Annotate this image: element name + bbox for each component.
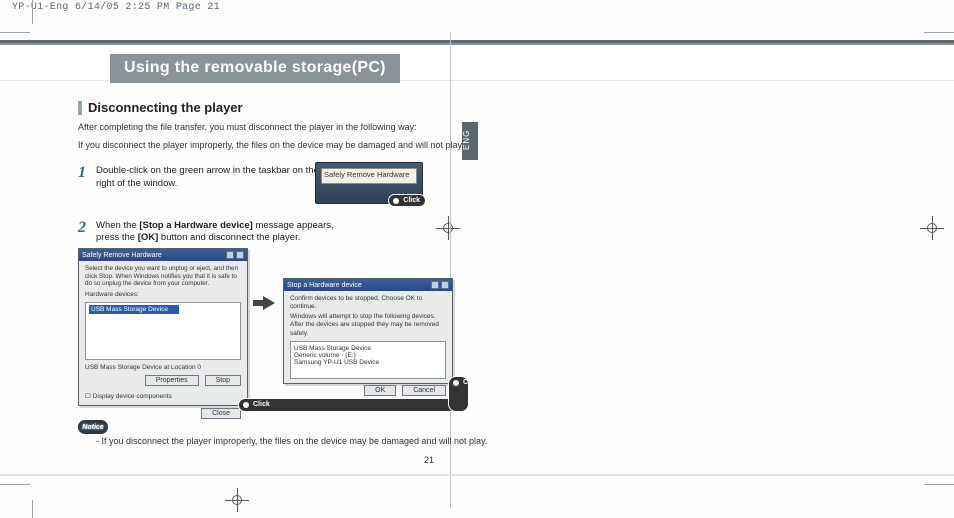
chapter-title: Using the removable storage(PC) — [110, 54, 400, 83]
section-heading: Disconnecting the player — [78, 100, 478, 115]
properties-button: Properties — [145, 375, 199, 386]
close-button: Close — [201, 408, 241, 419]
crop-tick — [0, 484, 30, 485]
notice-badge-icon: Notice — [78, 420, 108, 434]
dialog2-item3: Samsung YP-U1 USB Device — [294, 359, 442, 366]
dialog1-instructions: Select the device you want to unplug or … — [85, 265, 241, 288]
click-callout: Click — [388, 194, 426, 207]
step-number: 1 — [78, 165, 90, 190]
click-callout: Click — [238, 398, 462, 412]
dialog1-titlebar: Safely Remove Hardware — [79, 249, 247, 261]
step2-post: button and disconnect the player. — [158, 232, 300, 243]
crop-tick — [0, 32, 30, 33]
dialog1-hw-label: Hardware devices: — [85, 291, 241, 298]
section-title: Disconnecting the player — [88, 100, 243, 115]
step2-bold1: [Stop a Hardware device] — [139, 220, 253, 231]
dialog1-checkbox: ☐ Display device components — [85, 392, 241, 400]
close-icon — [236, 251, 244, 259]
dialog2-item1: USB Mass Storage Device — [294, 345, 442, 352]
step-number: 2 — [78, 220, 90, 245]
crop-tick — [32, 500, 33, 518]
notice-text: - If you disconnect the player improperl… — [96, 436, 487, 446]
registration-mark — [225, 488, 249, 512]
print-slug: YP-U1-Eng 6/14/05 2:25 PM Page 21 — [12, 2, 220, 13]
dialog1-selected-device: USB Mass Storage Device — [89, 305, 179, 314]
ok-button: OK — [364, 385, 396, 396]
dialog2-msg2: Windows will attempt to stop the followi… — [290, 313, 446, 337]
heading-bar-icon — [78, 101, 82, 115]
step-2: 2 When the [Stop a Hardware device] mess… — [78, 220, 478, 245]
arrow-icon — [263, 296, 275, 310]
help-icon — [431, 281, 439, 289]
window-controls — [226, 251, 244, 259]
intro-line-1: After completing the file transfer, you … — [78, 121, 478, 133]
click-callout: Click — [448, 376, 469, 412]
step2-bold2: [OK] — [138, 232, 159, 243]
page-number: 21 — [424, 455, 434, 465]
safely-remove-dialog: Safely Remove Hardware Select the device… — [78, 248, 248, 406]
dialog1-checkbox-label: Display device components — [93, 393, 172, 400]
bottom-rule — [0, 474, 954, 476]
dialog2-titlebar: Stop a Hardware device — [284, 279, 452, 291]
registration-mark — [920, 216, 944, 240]
step2-pre: When the — [96, 220, 139, 231]
dialog2-msg1: Confirm devices to be stopped. Choose OK… — [290, 295, 446, 311]
cancel-button: Cancel — [402, 385, 446, 396]
crop-tick — [32, 0, 33, 24]
section-intro: After completing the file transfer, you … — [78, 121, 478, 151]
notice-row: Notice — [78, 420, 108, 434]
taskbar-screenshot: Safely Remove Hardware Click — [315, 162, 423, 204]
stop-hardware-dialog: Stop a Hardware device Confirm devices t… — [283, 278, 453, 384]
window-controls — [431, 281, 449, 289]
dialog2-device-list: USB Mass Storage Device Generic volume -… — [290, 341, 446, 379]
dialog1-location: USB Mass Storage Device at Location 0 — [85, 364, 241, 371]
crop-tick — [924, 32, 954, 33]
crop-tick — [924, 484, 954, 485]
dialog1-title: Safely Remove Hardware — [82, 252, 162, 259]
dialog1-device-list: USB Mass Storage Device — [85, 302, 241, 360]
dialog-screenshots: Safely Remove Hardware Select the device… — [78, 248, 458, 408]
stop-button: Stop — [205, 375, 241, 386]
intro-line-2: If you disconnect the player improperly,… — [78, 139, 478, 151]
dialog2-title: Stop a Hardware device — [287, 282, 362, 289]
help-icon — [226, 251, 234, 259]
taskbar-tooltip: Safely Remove Hardware — [324, 170, 409, 179]
step-text: When the [Stop a Hardware device] messag… — [96, 220, 356, 245]
close-icon — [441, 281, 449, 289]
dialog2-item2: Generic volume - (E:) — [294, 352, 442, 359]
